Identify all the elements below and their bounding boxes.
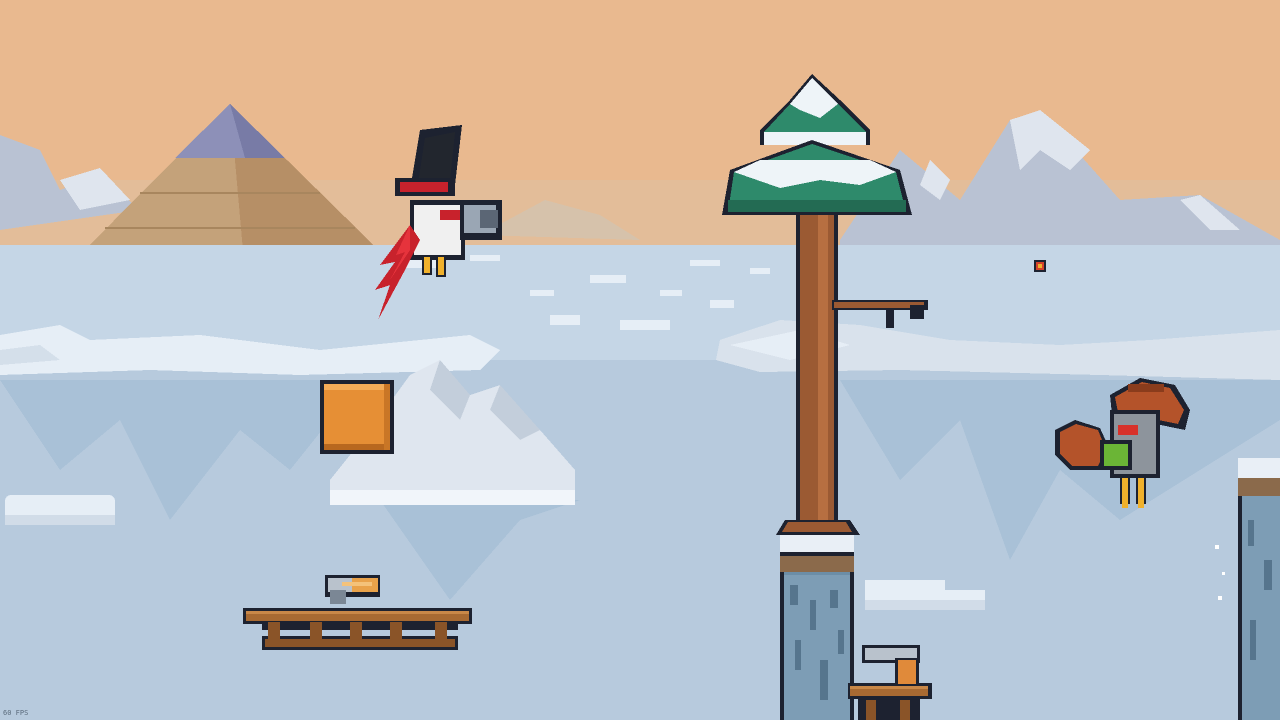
game-viewport[interactable]: 60 FPS (0, 0, 1280, 720)
ice-floe-left (5, 495, 115, 525)
game-scene (0, 0, 1280, 720)
bullet-projectile (1034, 260, 1046, 272)
item-block[interactable] (320, 380, 394, 454)
wooden-bench-left (243, 608, 472, 650)
stone-pillar-center (780, 530, 854, 720)
wooden-bench-right (848, 683, 932, 720)
stone-pillar-right (1238, 458, 1280, 720)
fps-counter: 60 FPS (3, 709, 29, 717)
